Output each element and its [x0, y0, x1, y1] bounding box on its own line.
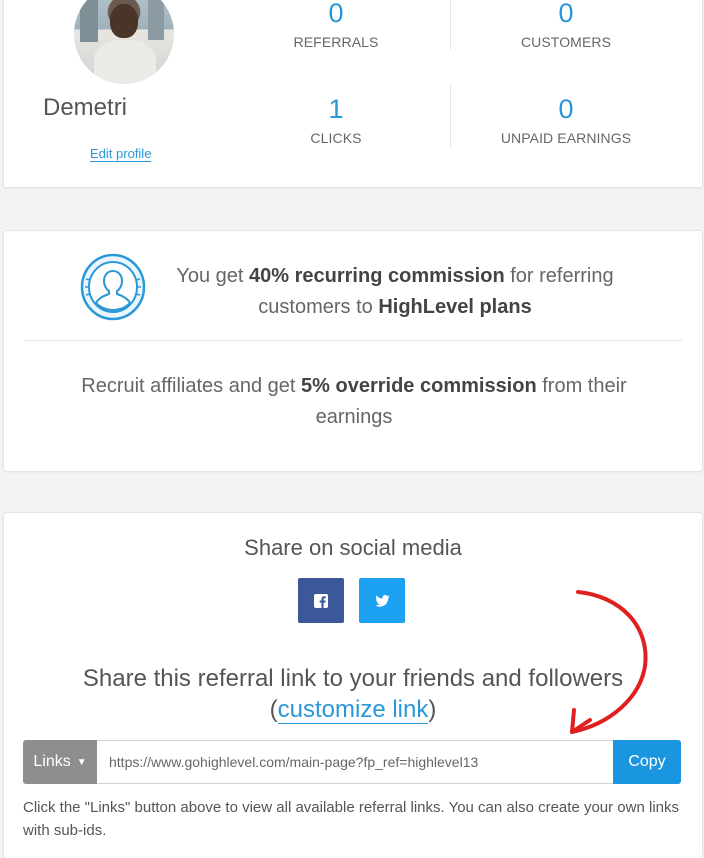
stat-value: 1: [328, 94, 344, 124]
customize-link[interactable]: customize link: [277, 696, 429, 724]
edit-profile-link[interactable]: Edit profile: [90, 146, 152, 162]
coin-user-icon: [80, 253, 146, 321]
stat-clicks: 1 CLICKS: [226, 94, 446, 146]
profile-stats-card: Demetri Edit profile 0 REFERRALS 0 CUSTO…: [3, 0, 703, 188]
stat-value: 0: [328, 0, 344, 28]
stat-divider: [450, 0, 451, 50]
divider: [24, 340, 682, 341]
stat-label: CLICKS: [310, 130, 362, 146]
referral-link-input[interactable]: [97, 740, 613, 784]
copy-button[interactable]: Copy: [613, 740, 681, 784]
twitter-share-button[interactable]: [359, 578, 405, 623]
share-card: Share on social media Share this referra…: [3, 512, 703, 858]
commission-card: You get 40% recurring commission for ref…: [3, 230, 703, 472]
referral-title: Share this referral link to your friends…: [82, 665, 624, 724]
stat-label: UNPAID EARNINGS: [500, 130, 632, 146]
override-commission-text: Recruit affiliates and get 5% override c…: [81, 375, 627, 428]
commission-text: You get 40% recurring commission for ref…: [176, 265, 614, 318]
share-title: Share on social media: [244, 535, 462, 560]
stat-divider: [450, 84, 451, 148]
stat-label: CUSTOMERS: [520, 34, 612, 50]
stat-referrals: 0 REFERRALS: [226, 0, 446, 50]
referral-link-group: Links▼ Copy: [23, 740, 681, 784]
facebook-share-button[interactable]: [298, 578, 344, 623]
links-dropdown-button[interactable]: Links ▼: [23, 740, 97, 784]
user-name: Demetri: [43, 94, 128, 121]
stat-value: 0: [558, 0, 574, 28]
stat-value: 0: [558, 94, 574, 124]
facebook-icon: [314, 593, 328, 608]
twitter-icon: [374, 594, 390, 607]
stat-unpaid-earnings: 0 UNPAID EARNINGS: [456, 94, 676, 146]
avatar: [74, 0, 174, 84]
help-text: Click the "Links" button above to view a…: [23, 799, 679, 839]
caret-down-icon: ▼: [76, 756, 87, 768]
stat-label: REFERRALS: [293, 34, 379, 50]
stat-customers: 0 CUSTOMERS: [456, 0, 676, 50]
